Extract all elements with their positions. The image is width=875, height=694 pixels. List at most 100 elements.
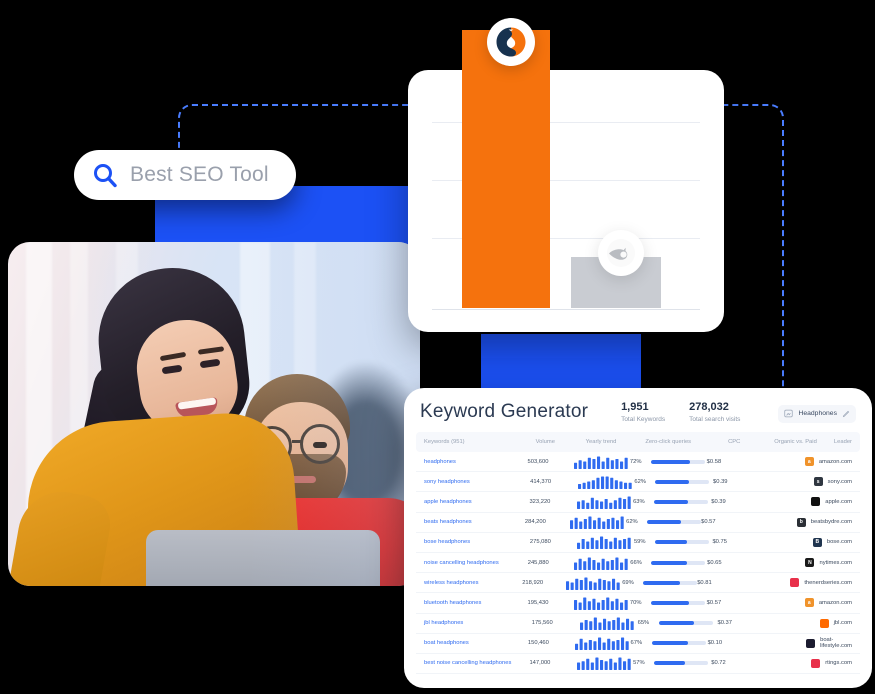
cell-leader[interactable]: Bbose.com <box>812 537 852 547</box>
cell-keyword[interactable]: bluetooth headphones <box>424 600 528 606</box>
table-body: headphones 503,600 72% $0.58 a amazon.com sony… <box>416 452 860 675</box>
stat-value: 1,951 <box>621 400 649 413</box>
database-selector-chip[interactable]: Headphones <box>778 404 856 423</box>
cell-cpc: $0.65 <box>707 559 722 566</box>
leader-domain: sony.com <box>827 478 853 485</box>
table-row[interactable]: boat headphones 150,460 67% $0.10 boat-lifes… <box>416 634 860 654</box>
cell-leader[interactable]: rtings.com <box>811 658 852 668</box>
table-row[interactable]: apple headphones 323,220 63% $0.39 apple.com <box>416 492 860 513</box>
keywords-table: Keywords (951) Volume Yearly trend Zero-… <box>416 432 860 678</box>
cell-leader[interactable]: boat-lifestyle.com <box>806 637 852 649</box>
cell-volume: 218,920 <box>522 579 544 586</box>
cell-cpc: $0.37 <box>717 620 732 627</box>
cell-trend-sparkline <box>576 656 633 671</box>
table-header-row: Keywords (951) Volume Yearly trend Zero-… <box>416 432 860 452</box>
cell-zero-click: 66% <box>630 560 707 566</box>
cell-cpc: $0.58 <box>706 458 722 465</box>
cell-keyword[interactable]: boat headphones <box>424 640 528 646</box>
cell-leader[interactable]: s sony.com <box>813 477 853 487</box>
cell-leader[interactable]: a amazon.com <box>804 598 852 608</box>
table-row[interactable]: bose headphones 275,080 59% $0.75 Bbose.com <box>416 533 860 553</box>
favicon-icon: a <box>804 598 814 608</box>
database-icon <box>784 405 794 423</box>
zero-click-progress <box>647 520 702 525</box>
search-bar[interactable]: Best SEO Tool <box>74 150 296 200</box>
cell-cpc: $0.39 <box>711 498 726 505</box>
zero-click-percent: 72% <box>629 458 642 465</box>
cell-zero-click: 65% <box>638 620 718 626</box>
cell-keyword[interactable]: apple headphones <box>424 499 529 505</box>
zero-click-progress <box>643 580 698 585</box>
zero-click-percent: 57% <box>633 660 645 667</box>
cell-cpc: $0.57 <box>701 519 716 526</box>
comet-logo-icon <box>598 230 644 276</box>
table-row[interactable]: best noise cancelling headphones 147,000 5… <box>416 654 860 675</box>
cell-keyword[interactable]: sony headphones <box>424 479 530 485</box>
table-row[interactable]: beats headphones 284,200 62% $0.57 b beatsbyd… <box>416 513 860 533</box>
zero-click-percent: 69% <box>622 579 634 586</box>
leader-domain: beatsbydre.com <box>810 519 852 526</box>
table-row[interactable]: noise cancelling headphones 245,880 66% $0.… <box>416 553 860 574</box>
leader-domain: jbl.com <box>833 620 853 627</box>
favicon-icon <box>811 658 821 668</box>
col-header-trend: Yearly trend <box>585 439 617 445</box>
cell-keyword[interactable]: jbl headphones <box>424 620 532 626</box>
zero-click-progress <box>650 600 705 605</box>
cell-leader[interactable]: Nnytimes.com <box>805 558 852 568</box>
stat-label: Total search visits <box>689 415 741 423</box>
cell-trend-sparkline <box>574 636 631 651</box>
cell-volume: 195,430 <box>527 599 549 606</box>
chip-label: Headphones <box>798 410 837 418</box>
col-header-zero-click: Zero-click queries <box>645 439 692 445</box>
stat-label: Total Keywords <box>621 415 666 423</box>
table-row[interactable]: jbl headphones 175,560 65% $0.37 jbl.com <box>416 614 860 634</box>
cell-keyword[interactable]: noise cancelling headphones <box>424 560 528 566</box>
zero-click-progress <box>650 459 705 464</box>
cell-volume: 147,000 <box>529 660 551 667</box>
summary-stats: 1,951 Total Keywords 278,032 Total searc… <box>621 401 856 423</box>
cell-leader[interactable]: a amazon.com <box>804 457 852 467</box>
chart-baseline <box>432 309 700 310</box>
cell-volume: 245,880 <box>527 559 549 566</box>
cell-keyword[interactable]: headphones <box>424 459 528 465</box>
cell-zero-click: 62% <box>626 519 702 525</box>
cell-zero-click: 70% <box>630 600 707 606</box>
page-title: Keyword Generator <box>420 401 589 422</box>
cell-volume: 275,080 <box>529 539 551 546</box>
cell-keyword[interactable]: bose headphones <box>424 539 530 545</box>
zero-click-percent: 66% <box>630 559 642 566</box>
cell-zero-click: 67% <box>631 640 708 646</box>
zero-click-percent: 59% <box>633 539 646 546</box>
favicon-icon <box>806 638 816 648</box>
pencil-icon[interactable] <box>842 405 850 423</box>
favicon-icon <box>819 618 829 628</box>
cell-leader[interactable]: jbl.com <box>819 618 853 628</box>
cell-leader[interactable]: b beatsbydre.com <box>796 517 852 527</box>
favicon-icon: b <box>796 517 806 527</box>
zero-click-percent: 62% <box>634 478 646 485</box>
zero-click-percent: 70% <box>629 599 642 606</box>
zero-click-percent: 65% <box>637 620 650 627</box>
cell-keyword[interactable]: beats headphones <box>424 519 525 525</box>
cell-zero-click: 63% <box>633 499 711 505</box>
table-row[interactable]: sony headphones 414,370 62% $0.39 s sony.com <box>416 472 860 493</box>
cell-trend-sparkline <box>576 495 633 509</box>
leader-domain: apple.com <box>825 498 852 505</box>
cell-keyword[interactable]: wireless headphones <box>424 580 522 586</box>
cell-leader[interactable]: apple.com <box>811 497 852 507</box>
cell-zero-click: 69% <box>622 579 698 586</box>
hero-composition: Best SEO Tool Keyword Generator 1,951 To… <box>0 0 875 694</box>
cell-volume: 414,370 <box>530 478 552 485</box>
search-query-text: Best SEO Tool <box>130 163 269 186</box>
table-row[interactable]: headphones 503,600 72% $0.58 a amazon.com <box>416 452 860 473</box>
cell-leader[interactable]: thenerdseries.com <box>790 578 852 588</box>
stat-value: 278,032 <box>689 400 729 413</box>
table-row[interactable]: wireless headphones 218,920 69% $0.81 thener… <box>416 573 860 594</box>
zero-click-progress <box>651 641 706 646</box>
zero-click-progress <box>655 479 710 484</box>
keyword-generator-card: Keyword Generator 1,951 Total Keywords 2… <box>404 388 872 688</box>
leader-domain: rtings.com <box>825 660 852 667</box>
cell-keyword[interactable]: best noise cancelling headphones <box>424 660 529 666</box>
table-row[interactable]: bluetooth headphones 195,430 70% $0.57 a amaz… <box>416 593 860 614</box>
zero-click-progress <box>654 499 709 504</box>
